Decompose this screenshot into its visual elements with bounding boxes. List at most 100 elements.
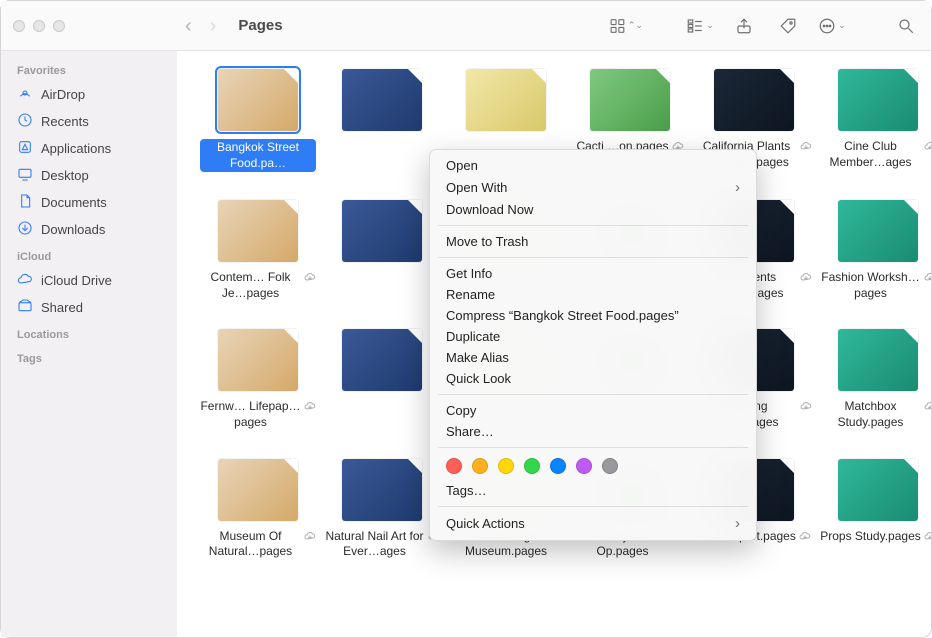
file-item[interactable]: Matchbox Study.pages xyxy=(819,329,931,430)
sidebar-item-applications[interactable]: Applications xyxy=(1,135,177,162)
file-label: Bangkok Street Food.pa… xyxy=(200,139,316,172)
tag-color-row xyxy=(430,453,756,480)
sidebar-section-icloud: iCloud xyxy=(1,243,177,267)
context-menu: Open Open With Download Now Move to Trash Ge… xyxy=(429,149,757,541)
clock-icon xyxy=(17,112,33,131)
file-thumbnail xyxy=(466,69,546,131)
file-item[interactable] xyxy=(323,329,441,430)
file-item[interactable] xyxy=(323,200,441,301)
chevron-down-icon: ⌄ xyxy=(706,20,714,31)
file-thumbnail xyxy=(838,329,918,391)
sidebar-item-label: Documents xyxy=(41,195,107,210)
file-item[interactable]: Museum Of Natural…pages xyxy=(199,459,317,560)
toolbar: ‹ › Pages ⌃⌄ ⌄ ⌄ xyxy=(1,1,931,51)
tag-color[interactable] xyxy=(576,458,592,474)
menu-item-share[interactable]: Share… xyxy=(430,421,756,442)
menu-item-label: Copy xyxy=(446,403,476,418)
airdrop-icon xyxy=(17,85,33,104)
menu-separator xyxy=(438,394,748,395)
menu-item-label: Make Alias xyxy=(446,350,509,365)
back-button[interactable]: ‹ xyxy=(185,16,192,36)
file-item[interactable]: Cine Club Member…ages xyxy=(819,69,931,172)
menu-item-quick-look[interactable]: Quick Look xyxy=(430,368,756,389)
sidebar-item-label: Applications xyxy=(41,141,111,156)
menu-item-copy[interactable]: Copy xyxy=(430,400,756,421)
close-window[interactable] xyxy=(13,20,25,32)
file-item[interactable]: Fashion Worksh…pages xyxy=(819,200,931,301)
menu-item-label: Open With xyxy=(446,180,507,195)
documents-icon xyxy=(17,193,33,212)
minimize-window[interactable] xyxy=(33,20,45,32)
sidebar-item-label: Downloads xyxy=(41,222,105,237)
menu-item-label: Rename xyxy=(446,287,495,302)
file-thumbnail xyxy=(838,200,918,262)
menu-item-move-to-trash[interactable]: Move to Trash xyxy=(430,231,756,252)
tag-color[interactable] xyxy=(446,458,462,474)
sidebar-item-label: iCloud Drive xyxy=(41,273,112,288)
tag-color[interactable] xyxy=(524,458,540,474)
search-button[interactable] xyxy=(889,12,923,40)
file-item[interactable]: Bangkok Street Food.pa… xyxy=(199,69,317,172)
file-grid-area: Bangkok Street Food.pa…Cacti …on.pagesCa… xyxy=(177,51,931,637)
desktop-icon xyxy=(17,166,33,185)
file-thumbnail xyxy=(218,69,298,131)
menu-item-tags[interactable]: Tags… xyxy=(430,480,756,501)
file-item[interactable]: Contem… Folk Je…pages xyxy=(199,200,317,301)
menu-item-label: Quick Look xyxy=(446,371,511,386)
file-label: Cine Club Member…ages xyxy=(820,139,931,170)
sidebar-item-downloads[interactable]: Downloads xyxy=(1,216,177,243)
menu-item-label: Download Now xyxy=(446,202,533,217)
more-button[interactable]: ⌄ xyxy=(815,12,849,40)
menu-item-open[interactable]: Open xyxy=(430,155,756,176)
zoom-window[interactable] xyxy=(53,20,65,32)
menu-item-open-with[interactable]: Open With xyxy=(430,176,756,199)
sidebar-item-airdrop[interactable]: AirDrop xyxy=(1,81,177,108)
menu-item-make-alias[interactable]: Make Alias xyxy=(430,347,756,368)
menu-item-label: Share… xyxy=(446,424,494,439)
sidebar-item-icloud-drive[interactable]: iCloud Drive xyxy=(1,267,177,294)
menu-item-label: Get Info xyxy=(446,266,492,281)
menu-item-download-now[interactable]: Download Now xyxy=(430,199,756,220)
file-thumbnail xyxy=(218,329,298,391)
apps-icon xyxy=(17,139,33,158)
file-thumbnail xyxy=(838,459,918,521)
menu-item-duplicate[interactable]: Duplicate xyxy=(430,326,756,347)
sidebar-section-tags: Tags xyxy=(1,345,177,369)
file-item[interactable] xyxy=(323,69,441,172)
menu-item-rename[interactable]: Rename xyxy=(430,284,756,305)
sidebar-item-shared[interactable]: Shared xyxy=(1,294,177,321)
menu-item-quick-actions[interactable]: Quick Actions xyxy=(430,512,756,535)
file-label: Contem… Folk Je…pages xyxy=(200,270,316,301)
tag-color[interactable] xyxy=(550,458,566,474)
tags-button[interactable] xyxy=(771,12,805,40)
file-thumbnail xyxy=(590,69,670,131)
share-button[interactable] xyxy=(727,12,761,40)
file-item[interactable]: Natural Nail Art for Ever…ages xyxy=(323,459,441,560)
file-thumbnail xyxy=(342,329,422,391)
toolbar-actions: ⌄ ⌄ xyxy=(683,12,849,40)
file-item[interactable]: Props Study.pages xyxy=(819,459,931,560)
file-thumbnail xyxy=(342,459,422,521)
menu-separator xyxy=(438,447,748,448)
file-item[interactable]: Fernw… Lifepap…pages xyxy=(199,329,317,430)
menu-separator xyxy=(438,506,748,507)
view-icon-mode[interactable]: ⌃⌄ xyxy=(609,12,643,40)
sidebar-item-desktop[interactable]: Desktop xyxy=(1,162,177,189)
sidebar-item-recents[interactable]: Recents xyxy=(1,108,177,135)
menu-item-label: Move to Trash xyxy=(446,234,528,249)
downloads-icon xyxy=(17,220,33,239)
group-by-button[interactable]: ⌄ xyxy=(683,12,717,40)
tag-color[interactable] xyxy=(472,458,488,474)
menu-item-label: Compress “Bangkok Street Food.pages” xyxy=(446,308,679,323)
menu-item-label: Duplicate xyxy=(446,329,500,344)
sidebar-item-label: Shared xyxy=(41,300,83,315)
menu-item-get-info[interactable]: Get Info xyxy=(430,263,756,284)
sidebar-item-documents[interactable]: Documents xyxy=(1,189,177,216)
menu-item-compress-bangkok-street-food-pages[interactable]: Compress “Bangkok Street Food.pages” xyxy=(430,305,756,326)
menu-item-label: Tags… xyxy=(446,483,486,498)
sidebar-item-label: Recents xyxy=(41,114,89,129)
tag-color[interactable] xyxy=(602,458,618,474)
forward-button[interactable]: › xyxy=(210,16,217,36)
tag-color[interactable] xyxy=(498,458,514,474)
file-label: Fashion Worksh…pages xyxy=(820,270,931,301)
